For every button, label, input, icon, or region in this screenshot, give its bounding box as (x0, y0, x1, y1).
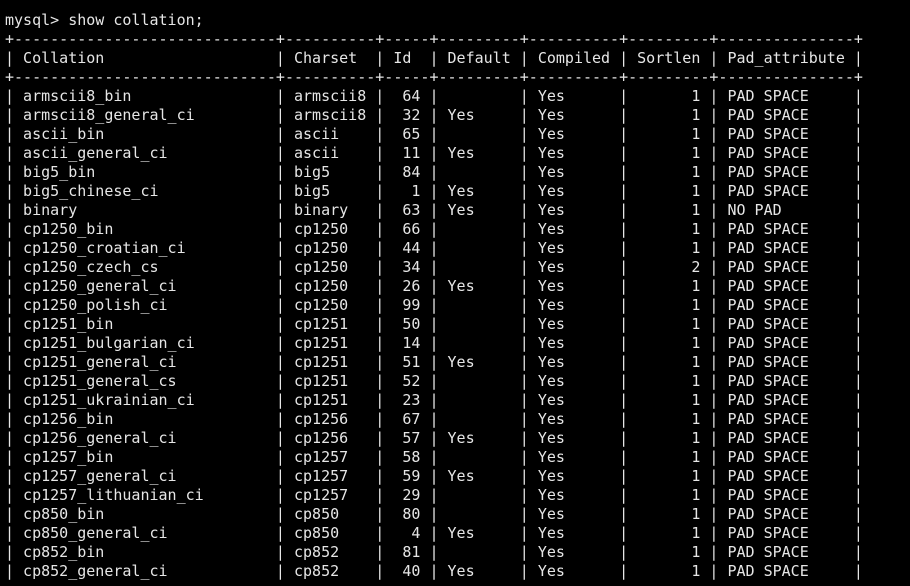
table-header-row: | Collation | Charset | Id | Default | C… (5, 49, 863, 67)
table-row: | cp1251_general_cs | cp1251 | 52 | | Ye… (5, 372, 863, 390)
table-row: | cp1251_ukrainian_ci | cp1251 | 23 | | … (5, 391, 863, 409)
table-row: | armscii8_bin | armscii8 | 64 | | Yes |… (5, 87, 863, 105)
table-row: | cp1256_general_ci | cp1256 | 57 | Yes … (5, 429, 863, 447)
table-row: | cp852_bin | cp852 | 81 | | Yes | 1 | P… (5, 543, 863, 561)
table-row: | cp1250_general_ci | cp1250 | 26 | Yes … (5, 277, 863, 295)
table-row: | cp1251_bulgarian_ci | cp1251 | 14 | | … (5, 334, 863, 352)
table-row: | cp1257_general_ci | cp1257 | 59 | Yes … (5, 467, 863, 485)
table-row: | cp1251_general_ci | cp1251 | 51 | Yes … (5, 353, 863, 371)
table-row: | ascii_general_ci | ascii | 11 | Yes | … (5, 144, 863, 162)
table-row: | big5_bin | big5 | 84 | | Yes | 1 | PAD… (5, 163, 863, 181)
table-row: | cp1257_lithuanian_ci | cp1257 | 29 | |… (5, 486, 863, 504)
table-border-top: +-----------------------------+---------… (5, 30, 863, 48)
table-row: | cp1250_czech_cs | cp1250 | 34 | | Yes … (5, 258, 863, 276)
table-row: | cp1257_bin | cp1257 | 58 | | Yes | 1 |… (5, 448, 863, 466)
table-row: | cp852_general_ci | cp852 | 40 | Yes | … (5, 562, 863, 580)
table-row: | binary | binary | 63 | Yes | Yes | 1 |… (5, 201, 863, 219)
table-row: | cp850_bin | cp850 | 80 | | Yes | 1 | P… (5, 505, 863, 523)
table-row: | cp1250_croatian_ci | cp1250 | 44 | | Y… (5, 239, 863, 257)
table-row: | armscii8_general_ci | armscii8 | 32 | … (5, 106, 863, 124)
command-prompt-line: mysql> show collation; (5, 11, 204, 29)
terminal-window[interactable]: mysql> show collation; +----------------… (0, 0, 910, 586)
table-row: | big5_chinese_ci | big5 | 1 | Yes | Yes… (5, 182, 863, 200)
table-row: | cp1250_polish_ci | cp1250 | 99 | | Yes… (5, 296, 863, 314)
table-row: | ascii_bin | ascii | 65 | | Yes | 1 | P… (5, 125, 863, 143)
table-row: | cp1250_bin | cp1250 | 66 | | Yes | 1 |… (5, 220, 863, 238)
table-row: | cp850_general_ci | cp850 | 4 | Yes | Y… (5, 524, 863, 542)
table-row: | cp1251_bin | cp1251 | 50 | | Yes | 1 |… (5, 315, 863, 333)
table-border-header: +-----------------------------+---------… (5, 68, 863, 86)
table-row: | cp1256_bin | cp1256 | 67 | | Yes | 1 |… (5, 410, 863, 428)
